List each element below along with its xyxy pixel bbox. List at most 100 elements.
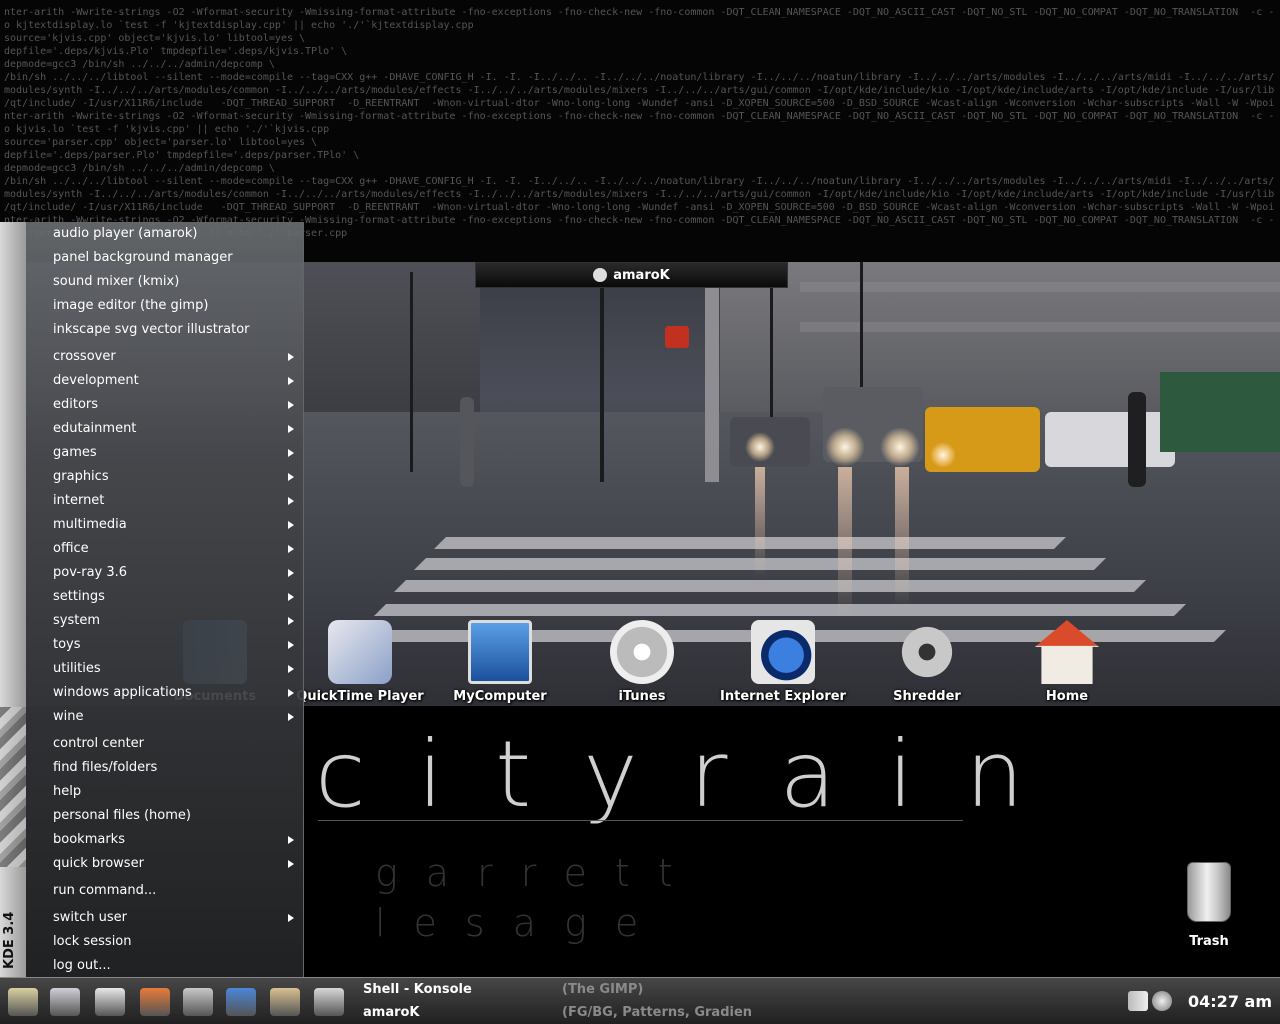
k-menu-item[interactable]: toys [26,633,304,657]
trash-label: Trash [1189,934,1229,949]
k-menu-item-label: editors [53,397,99,412]
desktop-icon-label: QuickTime Player [296,689,424,704]
taskbar-task-button[interactable]: (FG/BG, Patterns, Gradien [562,1002,762,1024]
k-menu-item-label: windows applications [53,685,192,700]
wallpaper-divider [318,820,963,821]
k-menu-item[interactable]: image editor (the gimp) [26,294,304,318]
terminal-line: depmode=gcc3 /bin/sh ../../../admin/depc… [4,163,275,174]
amarok-window-titlebar[interactable]: amaroK [475,262,788,288]
k-menu-item[interactable]: control center [26,732,304,756]
k-menu-item[interactable]: run command... [26,879,304,903]
k-menu-item-label: audio player (amarok) [53,226,198,241]
k-menu-item[interactable]: windows applications [26,681,304,705]
k-menu-item-label: edutainment [53,421,137,436]
trash-desktop-icon[interactable]: Trash [1175,862,1243,949]
k-menu-item-label: system [53,613,100,628]
k-menu-item-label: office [53,541,89,556]
k-menu-item-label: run command... [53,883,157,898]
k-menu-item[interactable]: sound mixer (kmix) [26,270,304,294]
shell-icon[interactable] [314,988,344,1016]
desktop-icon[interactable]: Shredder [862,620,992,705]
k-menu-item[interactable]: personal files (home) [26,804,304,828]
k-menu-item[interactable]: log out... [26,954,304,978]
taskbar-task-button[interactable]: Shell - Konsole [363,979,553,1001]
k-menu-item[interactable]: find files/folders [26,756,304,780]
network-icon[interactable] [1152,991,1172,1011]
system-tray [1118,978,1178,1024]
kicker-panel: Shell - Konsole amaroK (The GIMP) (FG/BG, P… [0,977,1280,1024]
k-menu-item[interactable]: internet [26,489,304,513]
trash-icon [1187,862,1231,922]
submenu-arrow-icon [288,641,294,649]
k-menu-item-label: lock session [53,934,132,949]
taskbar-task-button[interactable]: amaroK [363,1002,553,1024]
panel-clock[interactable]: 04:27 am [1180,978,1280,1024]
k-menu: KDE 3.4 audio player (amarok) panel backg… [0,222,304,977]
k-menu-item[interactable]: audio player (amarok) [26,222,304,246]
submenu-arrow-icon [288,836,294,844]
submenu-arrow-icon [288,665,294,673]
terminal-line: depmode=gcc3 /bin/sh ../../../admin/depc… [4,59,275,70]
terminal-line: o kjvis.lo `test -f 'kjvis.cpp' || echo … [4,124,330,135]
k-menu-item[interactable]: lock session [26,930,304,954]
k-menu-item[interactable]: editors [26,393,304,417]
k-menu-item-label: find files/folders [53,760,158,775]
k-menu-item[interactable]: bookmarks [26,828,304,852]
konqueror-icon[interactable] [50,988,80,1016]
desktop-icon[interactable]: Internet Explorer [718,620,848,705]
k-menu-item[interactable]: switch user [26,906,304,930]
submenu-arrow-icon [288,860,294,868]
submenu-arrow-icon [288,569,294,577]
k-menu-item-label: internet [53,493,105,508]
k-menu-item[interactable]: graphics [26,465,304,489]
k-menu-item[interactable]: edutainment [26,417,304,441]
browser-icon[interactable] [226,988,256,1016]
terminal-line: nter-arith -Wwrite-strings -O2 -Wformat-… [4,7,1275,18]
terminal-window-icon[interactable] [95,988,125,1016]
cubes-decoration [0,707,26,867]
k-menu-item-label: image editor (the gimp) [53,298,209,313]
k-menu-item[interactable]: pov-ray 3.6 [26,561,304,585]
k-menu-item[interactable]: utilities [26,657,304,681]
desktop-icon[interactable]: MyComputer [435,620,565,705]
kmenu-icon[interactable] [8,988,38,1016]
submenu-arrow-icon [288,425,294,433]
shredder-icon [895,620,959,684]
clock-icon[interactable] [183,988,213,1016]
desktop-icon-label: Internet Explorer [720,689,846,704]
desktop-icon[interactable]: QuickTime Player [295,620,425,705]
k-menu-item[interactable]: office [26,537,304,561]
k-menu-item-label: graphics [53,469,109,484]
office-icon[interactable] [270,988,300,1016]
k-menu-item[interactable]: development [26,369,304,393]
k-menu-item-label: panel background manager [53,250,233,265]
internet-explorer-icon [751,620,815,684]
desktop-icon[interactable]: Home [1002,620,1132,705]
home-folder-icon[interactable] [140,988,170,1016]
desktop-icon-label: Home [1045,689,1089,704]
terminal-line: modules/synth -I../../../arts/modules/co… [4,85,1275,96]
k-menu-item[interactable]: games [26,441,304,465]
taskbar-task-button[interactable]: (The GIMP) [562,979,762,1001]
k-menu-item[interactable]: system [26,609,304,633]
k-menu-item[interactable]: quick browser [26,852,304,876]
terminal-line: source='parser.cpp' object='parser.lo' l… [4,137,318,148]
k-menu-item[interactable]: settings [26,585,304,609]
k-menu-item[interactable]: wine [26,705,304,729]
wallpaper-subtitle: garrett lesage [375,851,701,945]
k-menu-item[interactable]: panel background manager [26,246,304,270]
k-menu-item-label: games [53,445,97,460]
k-menu-item[interactable]: help [26,780,304,804]
amarok-wolf-icon [593,268,608,282]
desktop-icon[interactable]: iTunes [577,620,707,705]
k-menu-item-label: pov-ray 3.6 [53,565,128,580]
k-menu-item[interactable]: multimedia [26,513,304,537]
submenu-arrow-icon [288,617,294,625]
k-menu-item[interactable]: inkscape svg vector illustrator [26,318,304,342]
k-menu-item[interactable]: crossover [26,345,304,369]
submenu-arrow-icon [288,545,294,553]
volume-icon[interactable] [1128,991,1148,1011]
terminal-line: /bin/sh ../../../libtool --silent --mode… [4,176,1275,187]
k-menu-item-label: utilities [53,661,101,676]
terminal-line: modules/synth -I../../../arts/modules/co… [4,189,1275,200]
